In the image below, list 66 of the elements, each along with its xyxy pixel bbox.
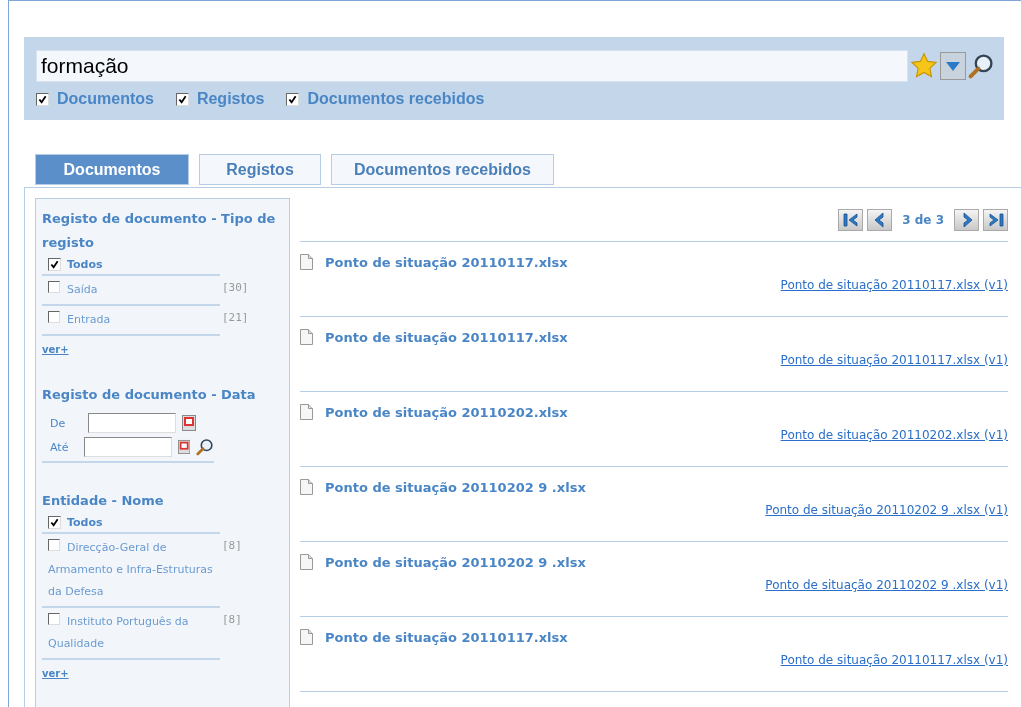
- checkbox[interactable]: [48, 281, 60, 293]
- count: [21]: [222, 311, 249, 324]
- more-link[interactable]: ver+: [42, 344, 69, 355]
- checkbox[interactable]: [48, 539, 60, 551]
- facet-title: Registo de documento - Tipo de registo: [42, 210, 277, 252]
- more-link[interactable]: ver+: [42, 668, 69, 679]
- first-page-button[interactable]: [838, 208, 864, 231]
- date-label: De: [50, 416, 67, 430]
- tab[interactable]: Documentos recebidos: [331, 154, 554, 185]
- filter-label: Saída: [48, 279, 213, 301]
- search-icon[interactable]: [968, 53, 994, 79]
- tab[interactable]: Registos: [199, 154, 321, 185]
- checkbox-label: Documentos: [57, 90, 154, 108]
- document-icon: [300, 479, 313, 495]
- date-field[interactable]: [84, 437, 173, 457]
- date-label: Até: [50, 440, 70, 454]
- facet-title: Registo de documento - Data: [42, 386, 257, 404]
- version-link[interactable]: Ponto de situação 20110202 9 .xlsx (v1): [765, 503, 1008, 517]
- page-indicator: 3 de 3: [902, 212, 944, 227]
- search-field[interactable]: formação: [36, 50, 908, 82]
- checkbox[interactable]: [48, 516, 61, 529]
- filter-label: Direcção-Geral de Armamento e Infra-Estruturas da Defesa: [48, 538, 213, 600]
- result-title[interactable]: Ponto de situação 20110202.xlsx: [325, 404, 568, 420]
- arrow-icon: [986, 211, 1005, 228]
- result-title[interactable]: Ponto de situação 20110117.xlsx: [325, 329, 568, 345]
- version-link[interactable]: Ponto de situação 20110117.xlsx (v1): [780, 353, 1008, 367]
- calendar-icon[interactable]: [178, 439, 191, 455]
- document-icon: [300, 329, 313, 345]
- filter-label: Todos: [67, 516, 103, 529]
- version-link[interactable]: Ponto de situação 20110117.xlsx (v1): [780, 278, 1008, 292]
- filter-label: Instituto Português da Qualidade: [48, 612, 190, 652]
- checkbox-label: Registos: [196, 90, 265, 108]
- facet-title: Entidade - Nome: [42, 492, 165, 510]
- checkbox[interactable]: [48, 258, 61, 271]
- calendar-icon[interactable]: [182, 415, 196, 431]
- count: [30]: [222, 281, 249, 294]
- version-link[interactable]: Ponto de situação 20110202 9 .xlsx (v1): [765, 578, 1008, 592]
- document-icon: [300, 254, 313, 270]
- checkbox[interactable]: [175, 92, 189, 106]
- arrow-icon: [841, 211, 860, 228]
- version-link[interactable]: Ponto de situação 20110202.xlsx (v1): [780, 428, 1008, 442]
- count: [8]: [222, 539, 242, 552]
- document-icon: [300, 404, 313, 420]
- checkbox[interactable]: [48, 311, 60, 323]
- checkbox[interactable]: [48, 613, 60, 625]
- checkbox[interactable]: [286, 92, 300, 106]
- result-title[interactable]: Ponto de situação 20110202 9 .xlsx: [325, 554, 586, 570]
- filter-label: Entrada: [48, 309, 213, 331]
- document-icon: [300, 629, 313, 645]
- count: [8]: [222, 613, 242, 626]
- next-button[interactable]: [954, 208, 979, 231]
- date-field[interactable]: [88, 413, 176, 433]
- result-title[interactable]: Ponto de situação 20110117.xlsx: [325, 254, 568, 270]
- version-link[interactable]: Ponto de situação 20110117.xlsx (v1): [780, 653, 1008, 667]
- caret-icon: [946, 61, 960, 71]
- document-icon: [300, 554, 313, 570]
- previous-button[interactable]: [867, 208, 893, 231]
- star-icon[interactable]: [910, 52, 938, 80]
- checkbox-label: Documentos recebidos: [307, 90, 485, 108]
- search-icon[interactable]: [196, 437, 214, 457]
- result-title[interactable]: Ponto de situação 20110117.xlsx: [325, 629, 568, 645]
- last-page-button[interactable]: [983, 208, 1008, 231]
- filter-label: Todos: [67, 258, 103, 271]
- checkbox[interactable]: [36, 92, 49, 106]
- result-title[interactable]: Ponto de situação 20110202 9 .xlsx: [325, 479, 586, 495]
- tab[interactable]: Documentos: [35, 154, 189, 185]
